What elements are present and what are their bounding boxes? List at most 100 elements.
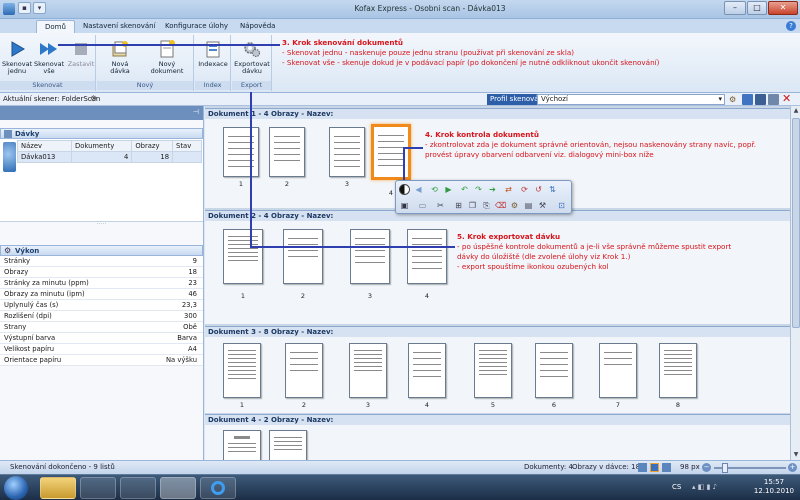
page-thumbnail[interactable] (223, 229, 263, 284)
quick-save-icon[interactable]: ▪ (18, 2, 31, 14)
language-indicator[interactable]: CS (672, 483, 681, 491)
page-thumbnail[interactable] (283, 229, 323, 284)
col-stav[interactable]: Stav (172, 140, 202, 152)
page-thumbnail[interactable] (350, 229, 390, 284)
document-3-header[interactable]: Dokument 3 - 8 Obrazy - Nazev: (205, 326, 790, 337)
minimize-button[interactable]: – (724, 1, 746, 15)
page-thumbnail[interactable] (223, 343, 261, 398)
split-icon[interactable]: ⊞ (453, 200, 464, 211)
page-thumbnail[interactable] (223, 127, 259, 177)
start-button[interactable] (4, 476, 28, 500)
scroll-up-arrow[interactable]: ▲ (792, 107, 800, 115)
col-dokumenty[interactable]: Dokumenty (70, 140, 133, 152)
col-obrazy[interactable]: Obrazy (131, 140, 174, 152)
cut-icon[interactable]: ✂ (435, 200, 446, 211)
tab-napoveda[interactable]: Nápověda (232, 20, 283, 33)
profile-select[interactable]: Výchozí ▾ (537, 94, 725, 105)
insert-page-icon[interactable]: ▭ (417, 200, 428, 211)
pin-icon[interactable]: ⊣ (193, 108, 199, 116)
tab-konfigurace-ulohy[interactable]: Konfigurace úlohy (157, 20, 236, 33)
panel-splitter[interactable]: ····· (0, 221, 203, 245)
page-thumbnail[interactable] (659, 343, 697, 398)
next-icon[interactable]: ▶ (443, 184, 454, 195)
view-grid-icon[interactable] (650, 463, 659, 472)
tray-icons[interactable]: ▴ ◧ ▮ ♪ (692, 483, 742, 492)
page-thumbnail[interactable] (408, 343, 446, 398)
zoom-slider-thumb[interactable] (722, 463, 728, 473)
annotation-step4-connector-h (403, 147, 423, 149)
stat-label: Obrazy (4, 268, 29, 276)
fit-page-icon[interactable]: ⊡ (556, 200, 567, 211)
scanner-bar: Aktuální skener: FolderScan ⚙ Profil ske… (0, 93, 800, 106)
document-1-header[interactable]: Dokument 1 - 4 Obrazy - Nazev: (205, 108, 790, 119)
profile-save-icon[interactable] (755, 94, 766, 105)
tab-domu[interactable]: Domů (36, 20, 75, 33)
save-icon[interactable]: ▣ (399, 200, 410, 211)
zoom-in-icon[interactable]: + (788, 463, 797, 472)
arrow-right-icon[interactable]: ➔ (487, 184, 498, 195)
rotate-right-icon[interactable]: ⟳ (519, 184, 530, 195)
redo-icon[interactable]: ↷ (473, 184, 484, 195)
profile-copy-icon[interactable] (768, 94, 779, 105)
delete-page-icon[interactable]: ⌫ (495, 200, 506, 211)
taskbar-ie-icon[interactable] (200, 477, 236, 499)
page-thumbnail[interactable] (599, 343, 637, 398)
zoom-value: 98 px (680, 463, 700, 471)
copy-icon[interactable]: ❐ (467, 200, 478, 211)
vertical-scrollbar[interactable]: ▲ ▼ (790, 106, 800, 460)
page-thumbnail[interactable] (474, 343, 512, 398)
table-row[interactable]: Dávka013 4 18 (17, 151, 202, 163)
quick-access-dropdown-icon[interactable]: ▾ (33, 2, 46, 14)
page-thumbnail[interactable] (269, 127, 305, 177)
page-number: 5 (490, 401, 496, 409)
scroll-thumb[interactable] (792, 118, 800, 328)
close-button[interactable]: ✕ (768, 1, 798, 15)
page-thumbnail[interactable] (269, 430, 307, 460)
rotate-ccw-icon[interactable]: ↺ (533, 184, 544, 195)
app-icon[interactable] (3, 3, 15, 15)
tab-nastaveni-skenovani[interactable]: Nastavení skenování (75, 20, 164, 33)
zoom-out-icon[interactable]: − (702, 463, 711, 472)
taskbar-java-icon[interactable] (120, 477, 156, 499)
zoom-slider[interactable] (714, 463, 786, 473)
contrast-icon[interactable] (399, 184, 410, 195)
view-single-icon[interactable] (662, 463, 671, 472)
page-thumbnail[interactable] (535, 343, 573, 398)
annotation-step4-connector-v (403, 147, 405, 183)
page-thumbnail-selected[interactable] (371, 124, 411, 180)
clock-date: 12.10.2010 (753, 487, 794, 495)
scan-one-label: Skenovat jednu (2, 60, 33, 75)
settings-icon[interactable]: ⚙ (509, 200, 520, 211)
adjust-icon[interactable]: ⇅ (547, 184, 558, 195)
profile-settings-icon[interactable]: ⚙ (729, 94, 740, 105)
view-list-icon[interactable] (638, 463, 647, 472)
scan-one-button[interactable]: Skenovat jednu (2, 37, 32, 81)
maximize-button[interactable]: □ (747, 1, 767, 15)
list-item: Obrazy 18 (0, 267, 203, 278)
performance-panel-header: ⚙ Výkon (0, 245, 203, 256)
document-icon[interactable]: ▤ (523, 200, 534, 211)
col-nazev[interactable]: Název (17, 140, 72, 152)
taskbar-kofax-icon[interactable] (160, 477, 196, 499)
tools-icon[interactable]: ⚒ (537, 200, 548, 211)
page-thumbnail[interactable] (407, 229, 447, 284)
page-thumbnail[interactable] (285, 343, 323, 398)
scroll-down-arrow[interactable]: ▼ (792, 451, 800, 459)
page-thumbnail[interactable] (329, 127, 365, 177)
profile-open-icon[interactable] (742, 94, 753, 105)
profile-delete-icon[interactable]: ✕ (782, 93, 794, 105)
help-icon[interactable]: ? (786, 21, 796, 31)
page-thumbnail[interactable] (223, 430, 261, 460)
taskbar-app-icon[interactable] (80, 477, 116, 499)
paste-icon[interactable]: ⎘ (481, 200, 492, 211)
undo-icon[interactable]: ↶ (459, 184, 470, 195)
taskbar-explorer-icon[interactable] (40, 477, 76, 499)
rotate-left-icon[interactable]: ⟲ (429, 184, 440, 195)
document-4-header[interactable]: Dokument 4 - 2 Obrazy - Nazev: (205, 414, 790, 425)
export-batch-label: Exportovat dávku (234, 60, 270, 75)
scanner-settings-icon[interactable]: ⚙ (90, 94, 100, 104)
flip-icon[interactable]: ⇄ (503, 184, 514, 195)
page-thumbnail[interactable] (349, 343, 387, 398)
previous-icon[interactable]: ◀ (413, 184, 424, 195)
taskbar-clock[interactable]: 15:57 12.10.2010 (754, 478, 794, 496)
